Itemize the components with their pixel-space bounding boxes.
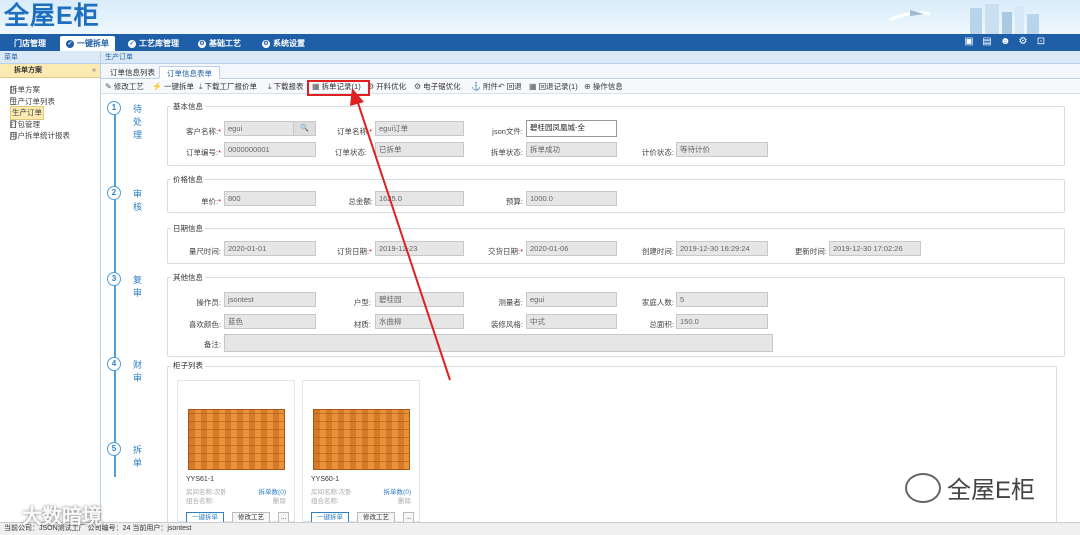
wechat-icon [905, 472, 941, 503]
watermark-right: 全屋E柜 [905, 470, 1035, 505]
annotation-arrow [350, 88, 451, 381]
watermark-left: 大数暗境 [22, 506, 102, 528]
watermark-text: 全屋E柜 [947, 477, 1036, 504]
status-bar: 当前公司：JSON测试工厂 公司编号：24 当前用户：jsontest [0, 522, 1080, 535]
